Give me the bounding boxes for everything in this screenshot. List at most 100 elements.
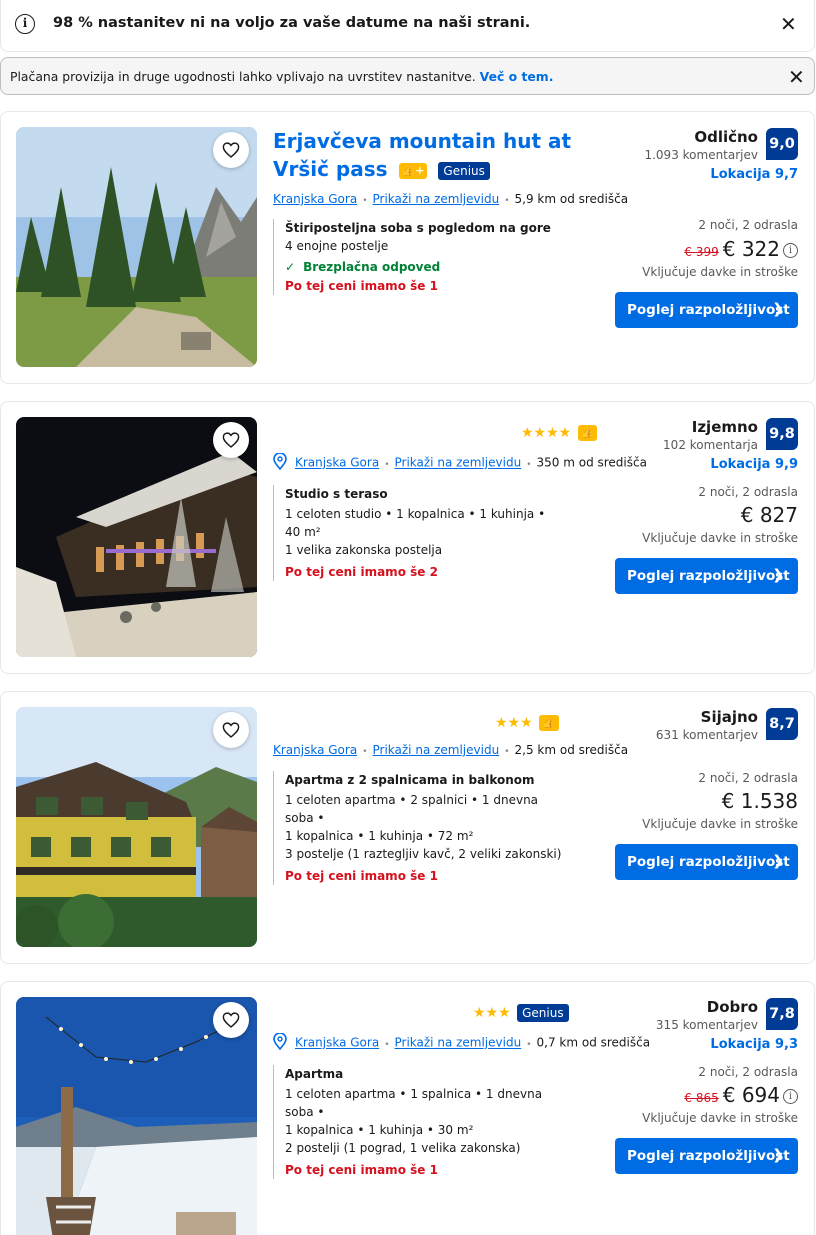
room-details: Štiriposteljna soba s pogledom na gore 4… <box>273 219 563 295</box>
favorite-button[interactable] <box>213 422 249 458</box>
price-block: € 399 € 322 i <box>684 237 798 261</box>
star-rating: ★★★ Genius <box>473 1004 569 1022</box>
stay-summary: 2 noči, 2 odrasla <box>698 485 798 499</box>
taxes-note: Vključuje davke in stroške <box>642 531 798 545</box>
taxes-note: Vključuje davke in stroške <box>642 817 798 831</box>
availability-text: Po tej ceni imamo še 1 <box>285 1163 438 1177</box>
room-details: Apartma z 2 spalnicama in balkonom 1 cel… <box>273 771 563 885</box>
map-link[interactable]: Prikaži na zemljevidu <box>395 456 522 470</box>
location-link[interactable]: Kranjska Gora <box>295 1036 379 1050</box>
favorite-button[interactable] <box>213 712 249 748</box>
stars-icon: ★★★★ <box>521 425 572 441</box>
room-details: Apartma 1 celoten apartma • 1 spalnica •… <box>273 1065 563 1179</box>
current-price: € 1.538 <box>721 789 798 813</box>
review-score-badge[interactable]: 9,0 <box>766 128 798 160</box>
price-block: € 865 € 694 i <box>684 1083 798 1107</box>
see-availability-button[interactable]: Poglej razpoložljivost ❯ <box>615 1138 798 1174</box>
see-availability-label: Poglej razpoložljivost <box>627 568 790 584</box>
see-availability-button[interactable]: Poglej razpoložljivost ❯ <box>615 292 798 328</box>
stay-summary: 2 noči, 2 odrasla <box>698 1065 798 1079</box>
room-title: Apartma z 2 spalnicama in balkonom <box>285 773 535 787</box>
stay-summary: 2 noči, 2 odrasla <box>698 771 798 785</box>
learn-more-link[interactable]: Več o tem. <box>480 69 554 84</box>
room-title: Apartma <box>285 1067 344 1081</box>
room-title: Štiriposteljna soba s pogledom na gore <box>285 221 551 235</box>
info-icon: i <box>15 14 35 34</box>
score-word: Izjemno <box>691 418 758 436</box>
review-count[interactable]: 315 komentarjev <box>656 1018 758 1032</box>
check-icon: ✓ <box>285 260 296 274</box>
room-line: 3 postelje (1 raztegljiv kavč, 2 veliki … <box>285 847 562 861</box>
availability-notice-banner: i 98 % nastanitev ni na voljo za vaše da… <box>0 0 815 52</box>
old-price: € 399 <box>684 245 719 259</box>
taxes-note: Vključuje davke in stroške <box>642 1111 798 1125</box>
map-link[interactable]: Prikaži na zemljevidu <box>373 192 500 206</box>
location-line: Kranjska Gora • Prikaži na zemljevidu • 0,7 … <box>273 1032 651 1053</box>
chevron-right-icon: ❯ <box>772 301 784 317</box>
close-icon[interactable]: ✕ <box>788 67 805 87</box>
taxes-note: Vključuje davke in stroške <box>642 265 798 279</box>
map-link[interactable]: Prikaži na zemljevidu <box>395 1036 522 1050</box>
free-cancellation: ✓ Brezplačna odpoved <box>285 258 563 276</box>
thumbs-up-badge-icon: 👍 <box>539 715 559 731</box>
review-count[interactable]: 102 komentarja <box>663 438 758 452</box>
room-line: 1 kopalnica • 1 kuhinja • 30 m² <box>285 1123 474 1137</box>
stay-summary: 2 noči, 2 odrasla <box>698 218 798 232</box>
score-word: Odlično <box>694 128 758 146</box>
free-cancellation-text: Brezplačna odpoved <box>303 260 441 274</box>
distance-text: 350 m od središča <box>536 455 647 470</box>
stars-icon: ★★★ <box>495 715 533 731</box>
chevron-right-icon: ❯ <box>772 1147 784 1163</box>
room-details: Studio s teraso 1 celoten studio • 1 kop… <box>273 485 563 581</box>
review-score-badge[interactable]: 8,7 <box>766 708 798 740</box>
price-block: € 827 <box>741 503 798 527</box>
info-icon[interactable]: i <box>783 1089 798 1104</box>
see-availability-label: Poglej razpoložljivost <box>627 854 790 870</box>
location-score: Lokacija 9,9 <box>710 457 798 472</box>
commission-banner: Plačana provizija in druge ugodnosti lah… <box>0 57 815 95</box>
map-link[interactable]: Prikaži na zemljevidu <box>373 743 500 757</box>
chevron-right-icon: ❯ <box>772 567 784 583</box>
heart-icon <box>222 722 240 738</box>
property-title[interactable]: Erjavčeva mountain hut at Vršič pass 👍+ … <box>273 127 603 183</box>
current-price: € 827 <box>740 503 798 527</box>
see-availability-label: Poglej razpoložljivost <box>627 302 790 318</box>
room-line: 4 enojne postelje <box>285 239 389 253</box>
commission-text: Plačana provizija in druge ugodnosti lah… <box>10 69 553 84</box>
favorite-button[interactable] <box>213 132 249 168</box>
review-count[interactable]: 631 komentarjev <box>656 728 758 742</box>
location-link[interactable]: Kranjska Gora <box>273 743 357 757</box>
location-link[interactable]: Kranjska Gora <box>273 192 357 206</box>
location-link[interactable]: Kranjska Gora <box>295 456 379 470</box>
info-icon[interactable]: i <box>783 243 798 258</box>
room-line: 1 velika zakonska postelja <box>285 543 443 557</box>
location-score: Lokacija 9,7 <box>710 167 798 182</box>
chevron-right-icon: ❯ <box>772 853 784 869</box>
price-block: € 1.538 <box>722 789 798 813</box>
location-line: Kranjska Gora • Prikaži na zemljevidu • 2,5 … <box>273 743 629 757</box>
review-count[interactable]: 1.093 komentarjev <box>644 148 758 162</box>
property-card: ★★★ 👍 Kranjska Gora • Prikaži na zemljevid… <box>0 691 815 964</box>
close-icon[interactable]: ✕ <box>780 14 797 34</box>
map-pin-icon <box>273 452 287 473</box>
star-rating: ★★★★ 👍 <box>521 425 598 441</box>
room-line: 1 celoten apartma • 2 spalnici • 1 dnevn… <box>285 793 539 825</box>
review-score-badge[interactable]: 9,8 <box>766 418 798 450</box>
see-availability-button[interactable]: Poglej razpoložljivost ❯ <box>615 844 798 880</box>
like-plus-badge-icon: 👍+ <box>398 162 428 179</box>
availability-text: Po tej ceni imamo še 2 <box>285 565 438 579</box>
favorite-button[interactable] <box>213 1002 249 1038</box>
score-word: Sijajno <box>700 708 758 726</box>
distance-text: 0,7 km od središča <box>536 1035 651 1050</box>
location-line: Kranjska Gora • Prikaži na zemljevidu • 350 … <box>273 452 647 473</box>
distance-text: 2,5 km od središča <box>514 743 629 757</box>
see-availability-button[interactable]: Poglej razpoložljivost ❯ <box>615 558 798 594</box>
location-line: Kranjska Gora • Prikaži na zemljevidu • 5,9 … <box>273 192 629 206</box>
score-word: Dobro <box>706 998 758 1016</box>
stars-icon: ★★★ <box>473 1005 511 1021</box>
current-price: € 322 <box>722 237 780 261</box>
genius-badge: Genius <box>517 1004 569 1022</box>
room-line: 1 kopalnica • 1 kuhinja • 72 m² <box>285 829 474 843</box>
old-price: € 865 <box>684 1091 719 1105</box>
review-score-badge[interactable]: 7,8 <box>766 998 798 1030</box>
